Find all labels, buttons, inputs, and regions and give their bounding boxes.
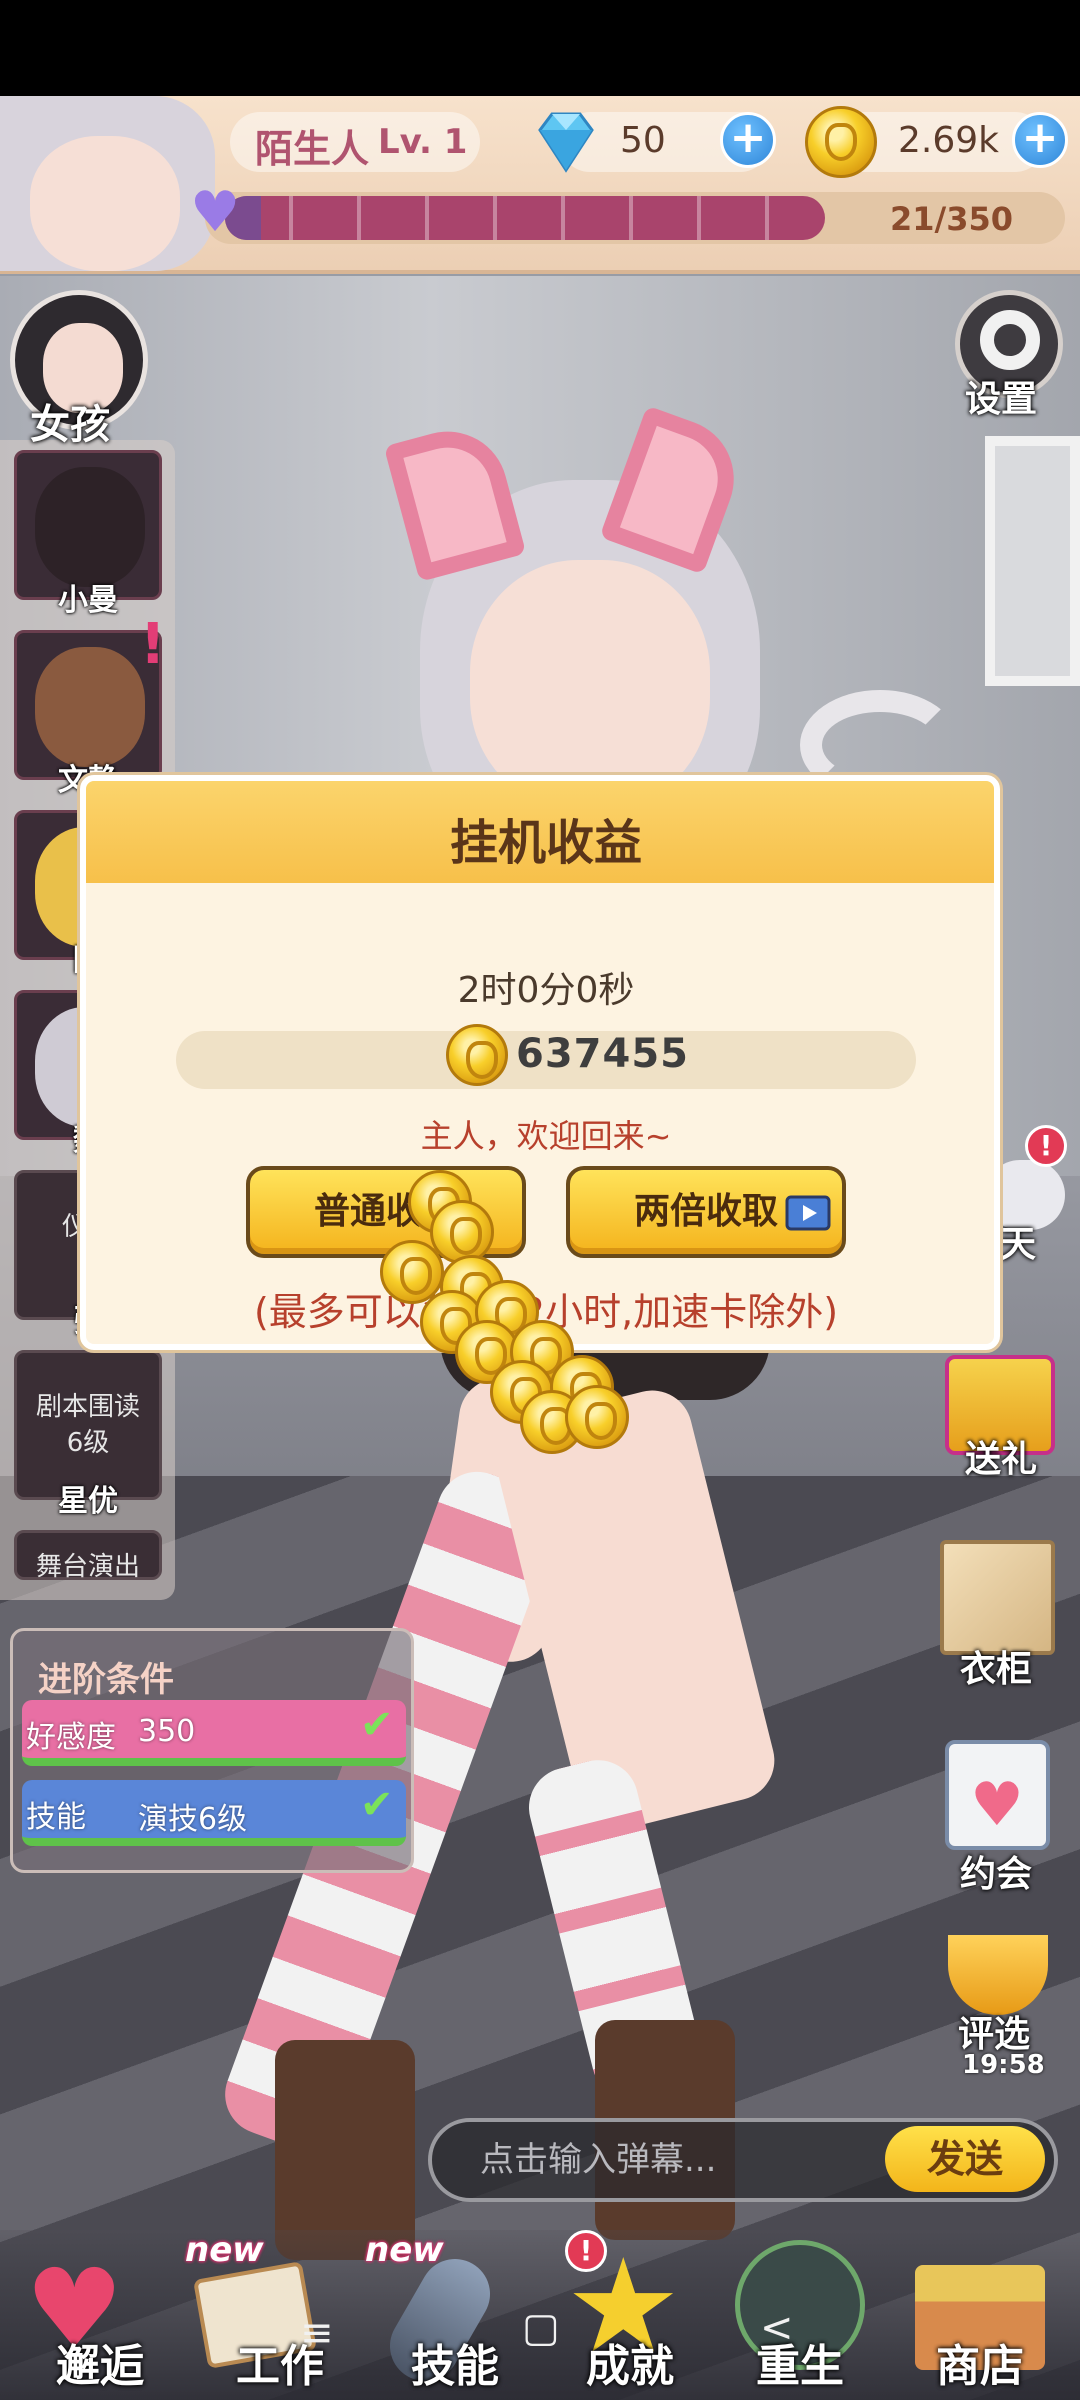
date-label: 约会	[960, 1854, 1033, 1895]
check-icon: ✔	[360, 1702, 394, 1748]
gear-icon	[980, 310, 1040, 370]
player-level: Lv. 1	[378, 122, 468, 162]
affection-bar-segments	[225, 196, 825, 240]
character-face[interactable]	[470, 560, 710, 810]
gift-label: 送礼	[965, 1439, 1038, 1480]
add-gems-button[interactable]: +	[720, 112, 776, 168]
player-name: 陌生人	[255, 127, 370, 171]
achievement-alert-badge: !	[565, 2230, 607, 2272]
girls-tab-label: 女孩	[30, 402, 110, 448]
check-icon: ✔	[360, 1782, 394, 1828]
affection-progress-text: 21/350	[890, 200, 1014, 238]
nav-encounter-label: 邂逅	[56, 2341, 144, 2392]
idle-income-dialog: 挂机收益 2时0分0秒 637455 主人，欢迎回来~ 普通收取 两倍收取 (最…	[80, 775, 1000, 1350]
diamond-icon	[538, 112, 594, 173]
coin-icon	[805, 106, 877, 178]
idle-duration: 2时0分0秒	[457, 970, 635, 1011]
video-ad-icon	[785, 1195, 831, 1231]
nav-work-label: 工作	[236, 2341, 324, 2392]
new-alert-icon: !	[140, 612, 166, 677]
locked-requirement: 剧本围读	[35, 1392, 140, 1422]
new-tag: new	[365, 2230, 444, 2270]
condition-value: 演技6级	[138, 1802, 248, 1837]
wardrobe-label: 衣柜	[960, 1649, 1033, 1690]
system-menu-button[interactable]: ≡	[300, 2310, 334, 2356]
danmaku-input[interactable]: 点击输入弹幕...	[480, 2132, 716, 2181]
coin-icon	[446, 1024, 508, 1086]
nav-rebirth-label: 重生	[756, 2341, 844, 2392]
status-bar	[0, 0, 1080, 96]
locked-level: 6级	[66, 1428, 110, 1458]
settings-label: 设置	[965, 379, 1038, 420]
send-button[interactable]: 发送	[885, 2126, 1045, 2192]
chat-label: 天	[1000, 1224, 1037, 1265]
heart-icon: ♥	[190, 180, 241, 245]
income-amount: 637455	[516, 1031, 689, 1077]
locked-girl-name: 星优	[58, 1484, 118, 1519]
conditions-title: 进阶条件	[38, 1660, 174, 1700]
girl-portrait	[35, 467, 145, 587]
dialog-title: 挂机收益	[449, 815, 642, 871]
affection-bar	[225, 196, 825, 240]
add-coins-button[interactable]: +	[1012, 112, 1068, 168]
boot-left	[275, 2040, 415, 2260]
nav-skill-label: 技能	[411, 2341, 499, 2392]
locked-requirement: 舞台演出	[35, 1552, 140, 1580]
girl-portrait	[35, 647, 145, 767]
welcome-message: 主人，欢迎回来~	[420, 1117, 672, 1155]
new-tag: new	[185, 2230, 264, 2270]
coin-count: 2.69k	[898, 120, 1000, 161]
gem-count: 50	[620, 120, 666, 161]
system-back-button[interactable]: <	[760, 2305, 794, 2351]
avatar-face	[30, 136, 180, 271]
chat-alert-badge: !	[1025, 1125, 1067, 1167]
heart-icon: ♥	[970, 1770, 1024, 1840]
player-avatar[interactable]	[0, 96, 215, 271]
nav-achievement-label: 成就	[586, 2341, 674, 2392]
condition-value: 350	[138, 1714, 196, 1749]
nav-shop-label: 商店	[936, 2341, 1024, 2392]
flying-coin	[430, 1200, 494, 1264]
system-home-button[interactable]: ▢	[522, 2305, 560, 2351]
wall-frame	[985, 436, 1080, 686]
condition-label: 技能	[26, 1800, 86, 1835]
wardrobe-icon[interactable]	[940, 1540, 1055, 1655]
flying-coin	[565, 1385, 629, 1449]
selection-timer: 19:58	[962, 2050, 1045, 2080]
condition-label: 好感度	[26, 1720, 116, 1755]
